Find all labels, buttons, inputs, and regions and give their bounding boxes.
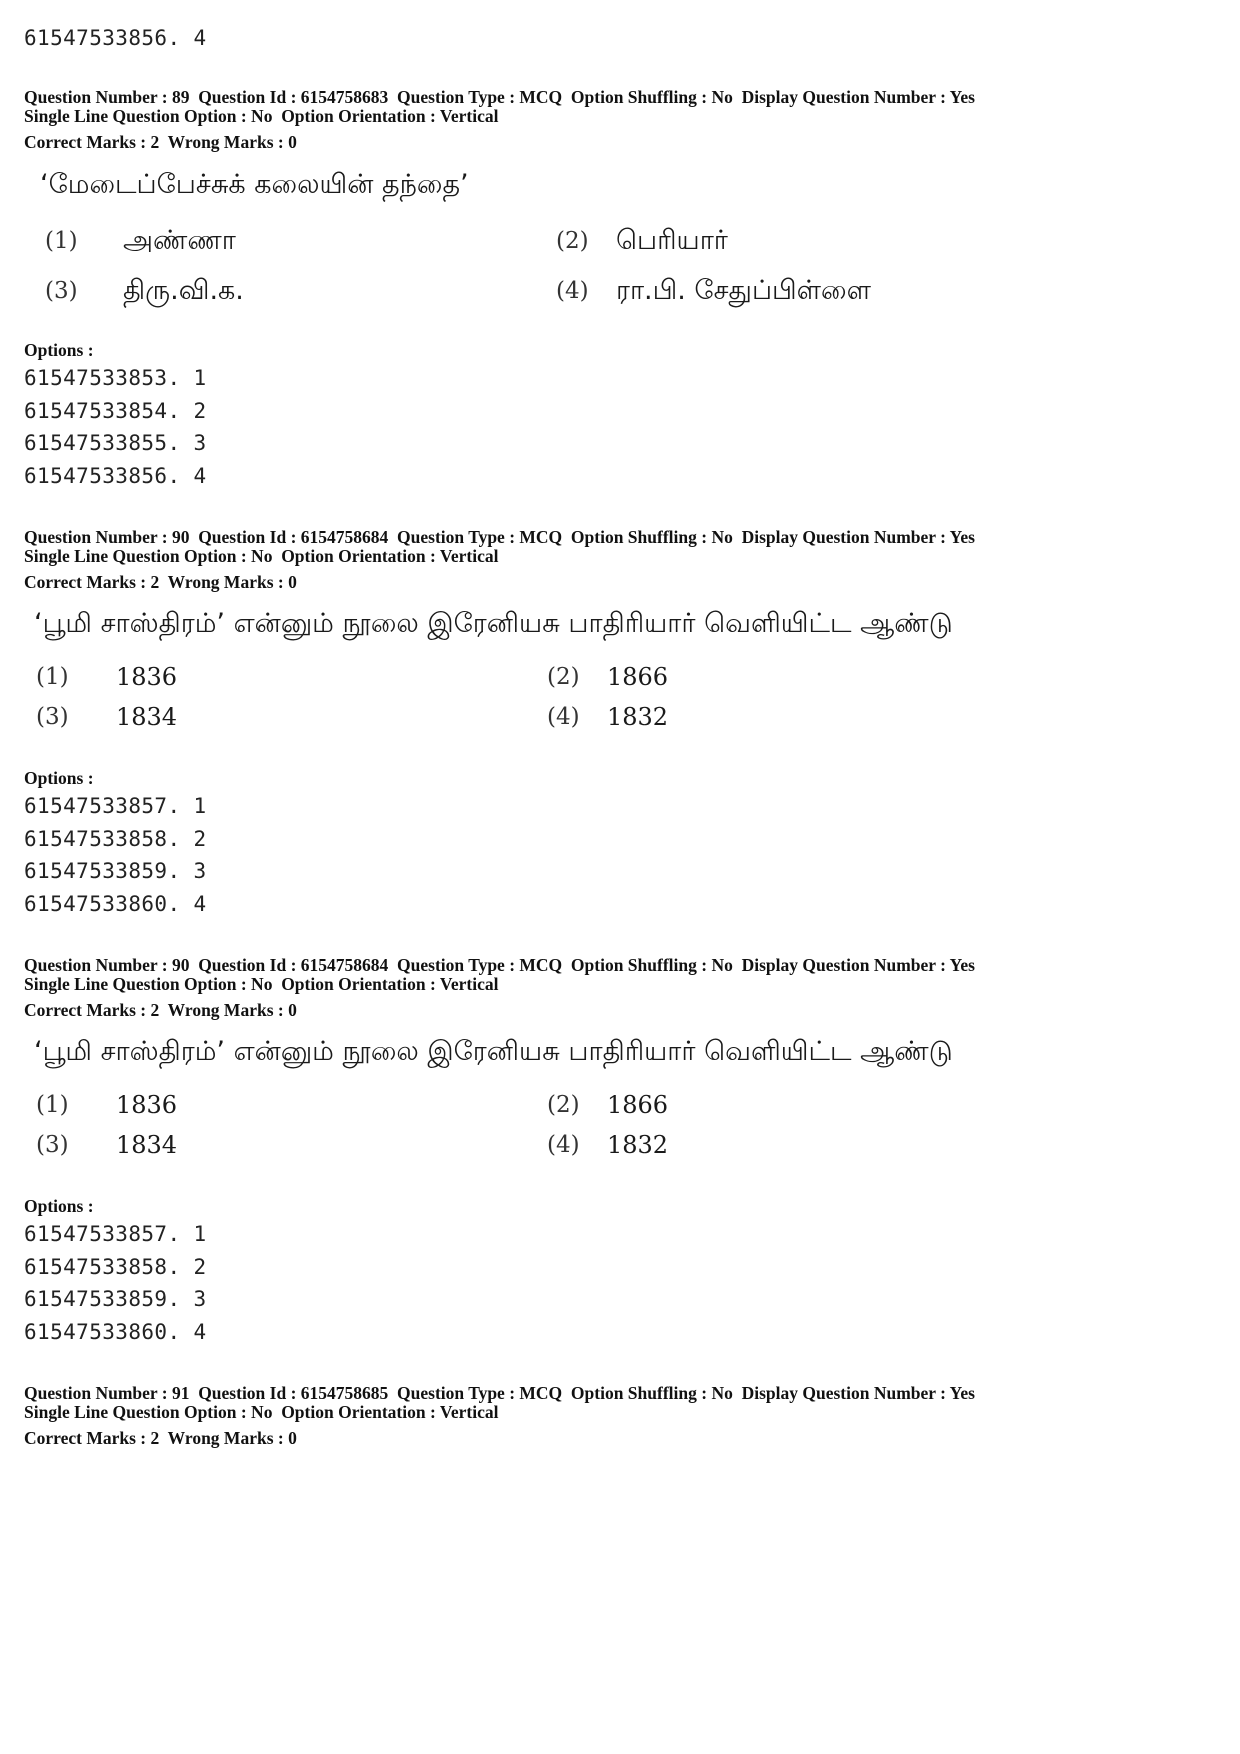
- question-meta-line-1: Question Number : 90 Question Id : 61547…: [24, 527, 975, 547]
- choice-number: (1): [36, 664, 69, 690]
- question-text: ‘மேடைப்பேச்சுக் கலையின் தந்தை’: [40, 169, 469, 200]
- options-label: Options :: [24, 1196, 94, 1216]
- option-id-line: 61547533859. 3: [24, 1287, 207, 1311]
- choice-text: திரு.வி.க.: [123, 275, 244, 306]
- option-id-line: 61547533854. 2: [24, 399, 207, 423]
- choice-text: 1834: [116, 1131, 178, 1159]
- choice-number: (3): [36, 1132, 69, 1158]
- choice-text: 1832: [607, 703, 669, 731]
- option-id-line: 61547533853. 1: [24, 366, 207, 390]
- options-label: Options :: [24, 768, 94, 788]
- choice-number: (2): [547, 1092, 580, 1118]
- choice-number: (4): [547, 704, 580, 730]
- question-marks-line: Correct Marks : 2 Wrong Marks : 0: [24, 1428, 297, 1448]
- option-id-line: 61547533855. 3: [24, 431, 207, 455]
- question-marks-line: Correct Marks : 2 Wrong Marks : 0: [24, 1000, 297, 1020]
- choice-3: (3) 1834: [36, 1128, 177, 1200]
- option-id-line: 61547533856. 4: [24, 464, 207, 488]
- option-id-line: 61547533856. 4: [24, 26, 207, 50]
- question-meta-line-2: Single Line Question Option : No Option …: [24, 546, 499, 566]
- exam-document-page: 61547533856. 4 Question Number : 89 Ques…: [0, 0, 1240, 1754]
- options-label: Options :: [24, 340, 94, 360]
- question-text: ‘பூமி சாஸ்திரம்’ என்னும் நூலை இரேனியசு ப…: [34, 608, 953, 639]
- choice-number: (4): [547, 1132, 580, 1158]
- choice-number: (3): [36, 704, 69, 730]
- option-id-line: 61547533860. 4: [24, 1320, 207, 1344]
- option-id-line: 61547533860. 4: [24, 892, 207, 916]
- choice-text: 1834: [116, 703, 178, 731]
- choice-4: (4) 1832: [547, 1128, 668, 1200]
- choice-text: 1836: [116, 663, 178, 691]
- choice-3: (3) 1834: [36, 700, 177, 772]
- question-meta-line-1: Question Number : 90 Question Id : 61547…: [24, 955, 975, 975]
- option-id-line: 61547533857. 1: [24, 1222, 207, 1246]
- choice-text: ரா.பி. சேதுப்பிள்ளை: [616, 275, 871, 306]
- choice-4: (4) 1832: [547, 700, 668, 772]
- option-id-line: 61547533859. 3: [24, 859, 207, 883]
- option-id-line: 61547533858. 2: [24, 1255, 207, 1279]
- question-marks-line: Correct Marks : 2 Wrong Marks : 0: [24, 132, 297, 152]
- choice-number: (1): [36, 1092, 69, 1118]
- question-text: ‘பூமி சாஸ்திரம்’ என்னும் நூலை இரேனியசு ப…: [34, 1036, 953, 1067]
- question-meta-line-2: Single Line Question Option : No Option …: [24, 1402, 499, 1422]
- choice-text: 1832: [607, 1131, 669, 1159]
- choice-text: 1836: [116, 1091, 178, 1119]
- question-marks-line: Correct Marks : 2 Wrong Marks : 0: [24, 572, 297, 592]
- choice-number: (2): [547, 664, 580, 690]
- choice-4: (4) ரா.பி. சேதுப்பிள்ளை: [556, 274, 871, 346]
- question-meta-line-2: Single Line Question Option : No Option …: [24, 974, 499, 994]
- choice-text: 1866: [607, 1091, 669, 1119]
- choice-text: அண்ணா: [123, 225, 236, 256]
- choice-number: (2): [556, 228, 589, 254]
- choice-text: 1866: [607, 663, 669, 691]
- choice-number: (3): [45, 278, 78, 304]
- option-id-line: 61547533858. 2: [24, 827, 207, 851]
- choice-3: (3) திரு.வி.க.: [45, 274, 244, 346]
- question-meta-line-1: Question Number : 91 Question Id : 61547…: [24, 1383, 975, 1403]
- choice-number: (4): [556, 278, 589, 304]
- option-id-line: 61547533857. 1: [24, 794, 207, 818]
- question-meta-line-1: Question Number : 89 Question Id : 61547…: [24, 87, 975, 107]
- question-meta-line-2: Single Line Question Option : No Option …: [24, 106, 499, 126]
- choice-number: (1): [45, 228, 78, 254]
- choice-text: பெரியார்: [616, 225, 728, 256]
